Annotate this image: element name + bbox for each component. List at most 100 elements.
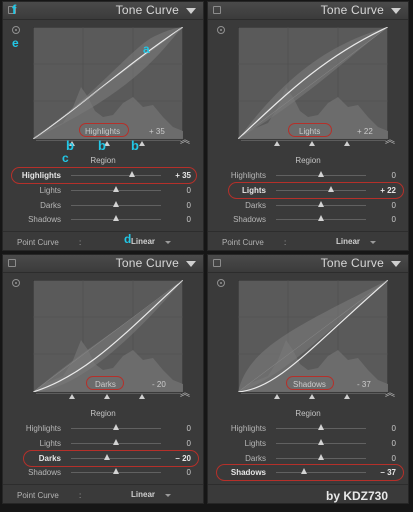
panel-header[interactable]: Tone Curve xyxy=(208,2,408,20)
region-split-slider[interactable] xyxy=(36,139,181,147)
region-split-slider[interactable] xyxy=(36,392,181,400)
slider-label: Highlights xyxy=(25,424,61,433)
annotation-a: a xyxy=(143,42,150,56)
split-handle[interactable] xyxy=(344,141,350,146)
annotation-c: c xyxy=(62,151,69,165)
double-chevron-up-icon[interactable]: ︽ xyxy=(180,136,190,146)
slider-value: 0 xyxy=(391,439,396,448)
slider-row-highlights[interactable]: Highlights 0 xyxy=(218,170,400,182)
panel-title: Tone Curve xyxy=(115,3,179,17)
slider-value: 0 xyxy=(391,454,396,463)
annotation-b: b xyxy=(98,138,106,153)
double-chevron-up-icon[interactable]: ︽ xyxy=(385,389,395,399)
panel-switch-icon[interactable] xyxy=(8,259,16,267)
slider-thumb[interactable] xyxy=(113,439,119,445)
highlight-oval xyxy=(286,376,334,390)
tone-curve-panel-lights: Tone Curve Lights + 22 ︽ Region Highligh xyxy=(207,1,409,251)
slider-row-shadows[interactable]: Shadows 0 xyxy=(218,214,400,226)
point-curve-select[interactable]: Linear xyxy=(131,237,155,246)
highlight-oval xyxy=(216,464,404,481)
target-adjust-icon[interactable] xyxy=(217,279,225,287)
slider-row-lights[interactable]: Lights 0 xyxy=(218,438,400,450)
region-split-slider[interactable] xyxy=(241,392,386,400)
split-handle[interactable] xyxy=(309,141,315,146)
panel-title: Tone Curve xyxy=(320,256,384,270)
dropdown-arrow-icon[interactable] xyxy=(165,494,171,497)
split-handle[interactable] xyxy=(104,394,110,399)
slider-label: Highlights xyxy=(230,424,266,433)
watermark: by KDZ730 xyxy=(326,489,389,503)
target-adjust-icon[interactable] xyxy=(12,279,20,287)
split-handle[interactable] xyxy=(344,394,350,399)
target-adjust-icon[interactable] xyxy=(217,26,225,34)
split-handle[interactable] xyxy=(309,394,315,399)
highlight-oval xyxy=(23,450,199,467)
dropdown-arrow-icon[interactable] xyxy=(370,241,376,244)
split-handle[interactable] xyxy=(139,141,145,146)
region-heading: Region xyxy=(90,409,116,418)
divider xyxy=(208,231,408,232)
slider-row-darks[interactable]: Darks 0 xyxy=(13,200,195,212)
point-curve-colon: : xyxy=(79,238,82,247)
panel-switch-icon[interactable] xyxy=(213,259,221,267)
slider-row-darks[interactable]: Darks 0 xyxy=(218,200,400,212)
panel-title: Tone Curve xyxy=(115,256,179,270)
split-handle[interactable] xyxy=(139,394,145,399)
slider-value: 0 xyxy=(391,201,396,210)
point-curve-select[interactable]: Linear xyxy=(131,490,155,499)
double-chevron-up-icon[interactable]: ︽ xyxy=(385,136,395,146)
slider-thumb[interactable] xyxy=(318,201,324,207)
tone-curve-panel-darks: Tone Curve Darks - 20 ︽ Region Highlight xyxy=(2,254,204,504)
slider-thumb[interactable] xyxy=(113,186,119,192)
panel-header[interactable]: Tone Curve xyxy=(3,2,203,20)
slider-thumb[interactable] xyxy=(318,171,324,177)
tone-curve-comparison-page: Tone Curve Highlights + 35 ︽ Region High xyxy=(0,0,413,512)
collapse-panel-icon[interactable] xyxy=(391,8,401,14)
slider-thumb[interactable] xyxy=(113,201,119,207)
slider-label: Darks xyxy=(245,454,266,463)
slider-value: 0 xyxy=(186,439,191,448)
dropdown-arrow-icon[interactable] xyxy=(165,241,171,244)
panel-header[interactable]: Tone Curve xyxy=(3,255,203,273)
divider xyxy=(208,484,408,485)
slider-label: Shadows xyxy=(28,215,61,224)
collapse-panel-icon[interactable] xyxy=(186,261,196,267)
slider-thumb[interactable] xyxy=(113,468,119,474)
slider-thumb[interactable] xyxy=(113,215,119,221)
split-handle[interactable] xyxy=(274,141,280,146)
region-heading: Region xyxy=(295,156,321,165)
slider-value: 0 xyxy=(391,215,396,224)
double-chevron-up-icon[interactable]: ︽ xyxy=(180,389,190,399)
target-adjust-icon[interactable] xyxy=(12,26,20,34)
slider-label: Lights xyxy=(39,186,61,195)
highlight-oval xyxy=(288,123,332,137)
panel-header[interactable]: Tone Curve xyxy=(208,255,408,273)
slider-value: 0 xyxy=(391,171,396,180)
slider-row-highlights[interactable]: Highlights 0 xyxy=(13,423,195,435)
point-curve-label: Point Curve xyxy=(222,238,264,247)
slider-thumb[interactable] xyxy=(318,215,324,221)
slider-label: Shadows xyxy=(233,215,266,224)
slider-thumb[interactable] xyxy=(318,439,324,445)
slider-row-lights[interactable]: Lights 0 xyxy=(13,185,195,197)
region-split-slider[interactable] xyxy=(241,139,386,147)
slider-row-shadows[interactable]: Shadows 0 xyxy=(13,467,195,479)
point-curve-select[interactable]: Linear xyxy=(336,237,360,246)
collapse-panel-icon[interactable] xyxy=(391,261,401,267)
collapse-panel-icon[interactable] xyxy=(186,8,196,14)
slider-row-shadows[interactable]: Shadows 0 xyxy=(13,214,195,226)
point-curve-label: Point Curve xyxy=(17,491,59,500)
slider-label: Highlights xyxy=(230,171,266,180)
slider-thumb[interactable] xyxy=(318,454,324,460)
highlight-oval xyxy=(228,182,404,199)
slider-row-lights[interactable]: Lights 0 xyxy=(13,438,195,450)
slider-thumb[interactable] xyxy=(318,424,324,430)
panel-switch-icon[interactable] xyxy=(213,6,221,14)
highlight-oval xyxy=(86,376,124,390)
slider-thumb[interactable] xyxy=(113,424,119,430)
split-handle[interactable] xyxy=(274,394,280,399)
slider-value: 0 xyxy=(186,201,191,210)
slider-row-highlights[interactable]: Highlights 0 xyxy=(218,423,400,435)
annotation-f: f xyxy=(12,2,17,17)
split-handle[interactable] xyxy=(69,394,75,399)
